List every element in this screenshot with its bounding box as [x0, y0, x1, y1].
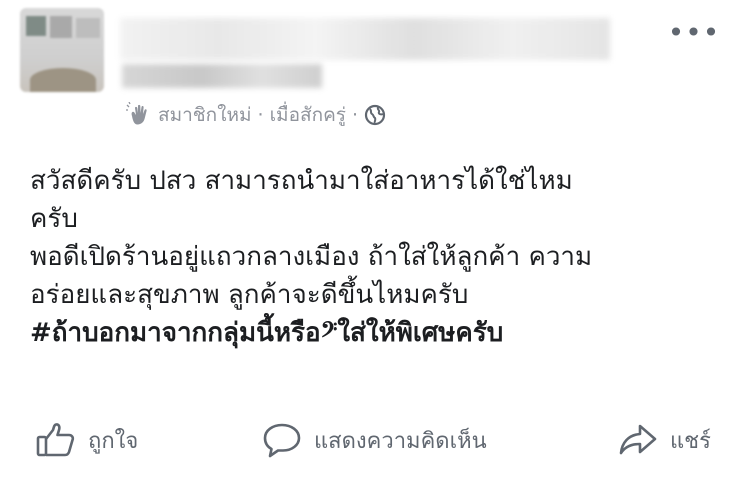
share-arrow-icon — [618, 422, 658, 458]
new-member-badge: สมาชิกใหม่ — [158, 104, 252, 126]
facebook-post: ••• สมาชิกใหม่ · เมื่อสักครู่ · สวัสดีคร… — [0, 0, 750, 478]
comment-icon — [262, 422, 302, 458]
meta-separator: · — [352, 104, 359, 126]
group-name-redacted — [122, 64, 322, 88]
more-options-button[interactable]: ••• — [664, 18, 724, 48]
post-text-line: พอดีเปิดร้านอยู่แถวกลางเมือง ถ้าใส่ให้ลู… — [30, 242, 593, 272]
comment-button[interactable]: แสดงความคิดเห็น — [262, 415, 487, 465]
post-actions-bar: ถูกใจ แสดงความคิดเห็น แชร์ — [0, 415, 750, 465]
author-name-redacted[interactable] — [120, 18, 610, 60]
post-body: สวัสดีครับ ปสว สามารถนำมาใส่อาหารได้ใช่ไ… — [30, 162, 730, 352]
comment-label: แสดงความคิดเห็น — [314, 428, 487, 454]
post-text-line: ครับ — [30, 204, 78, 234]
post-timestamp[interactable]: เมื่อสักครู่ — [270, 100, 346, 130]
avatar[interactable] — [20, 8, 104, 92]
like-label: ถูกใจ — [88, 428, 139, 454]
post-text-line: สวัสดีครับ ปสว สามารถนำมาใส่อาหารได้ใช่ไ… — [30, 166, 573, 196]
wave-hand-icon — [126, 101, 152, 128]
hashtag-link[interactable]: #ถ้าบอกมาจากกลุ่มนี้หรือ𝄢ใส่ให้พิเศษครับ — [30, 314, 730, 352]
thumbs-up-icon — [36, 422, 76, 458]
post-meta: สมาชิกใหม่ · เมื่อสักครู่ · — [126, 100, 386, 130]
like-button[interactable]: ถูกใจ — [36, 415, 138, 465]
meta-separator: · — [257, 104, 264, 126]
share-label: แชร์ — [670, 428, 711, 454]
post-text-line: อร่อยและสุขภาพ ลูกค้าจะดีขึ้นไหมครับ — [30, 280, 469, 310]
share-button[interactable]: แชร์ — [618, 415, 711, 465]
globe-icon — [364, 104, 386, 126]
